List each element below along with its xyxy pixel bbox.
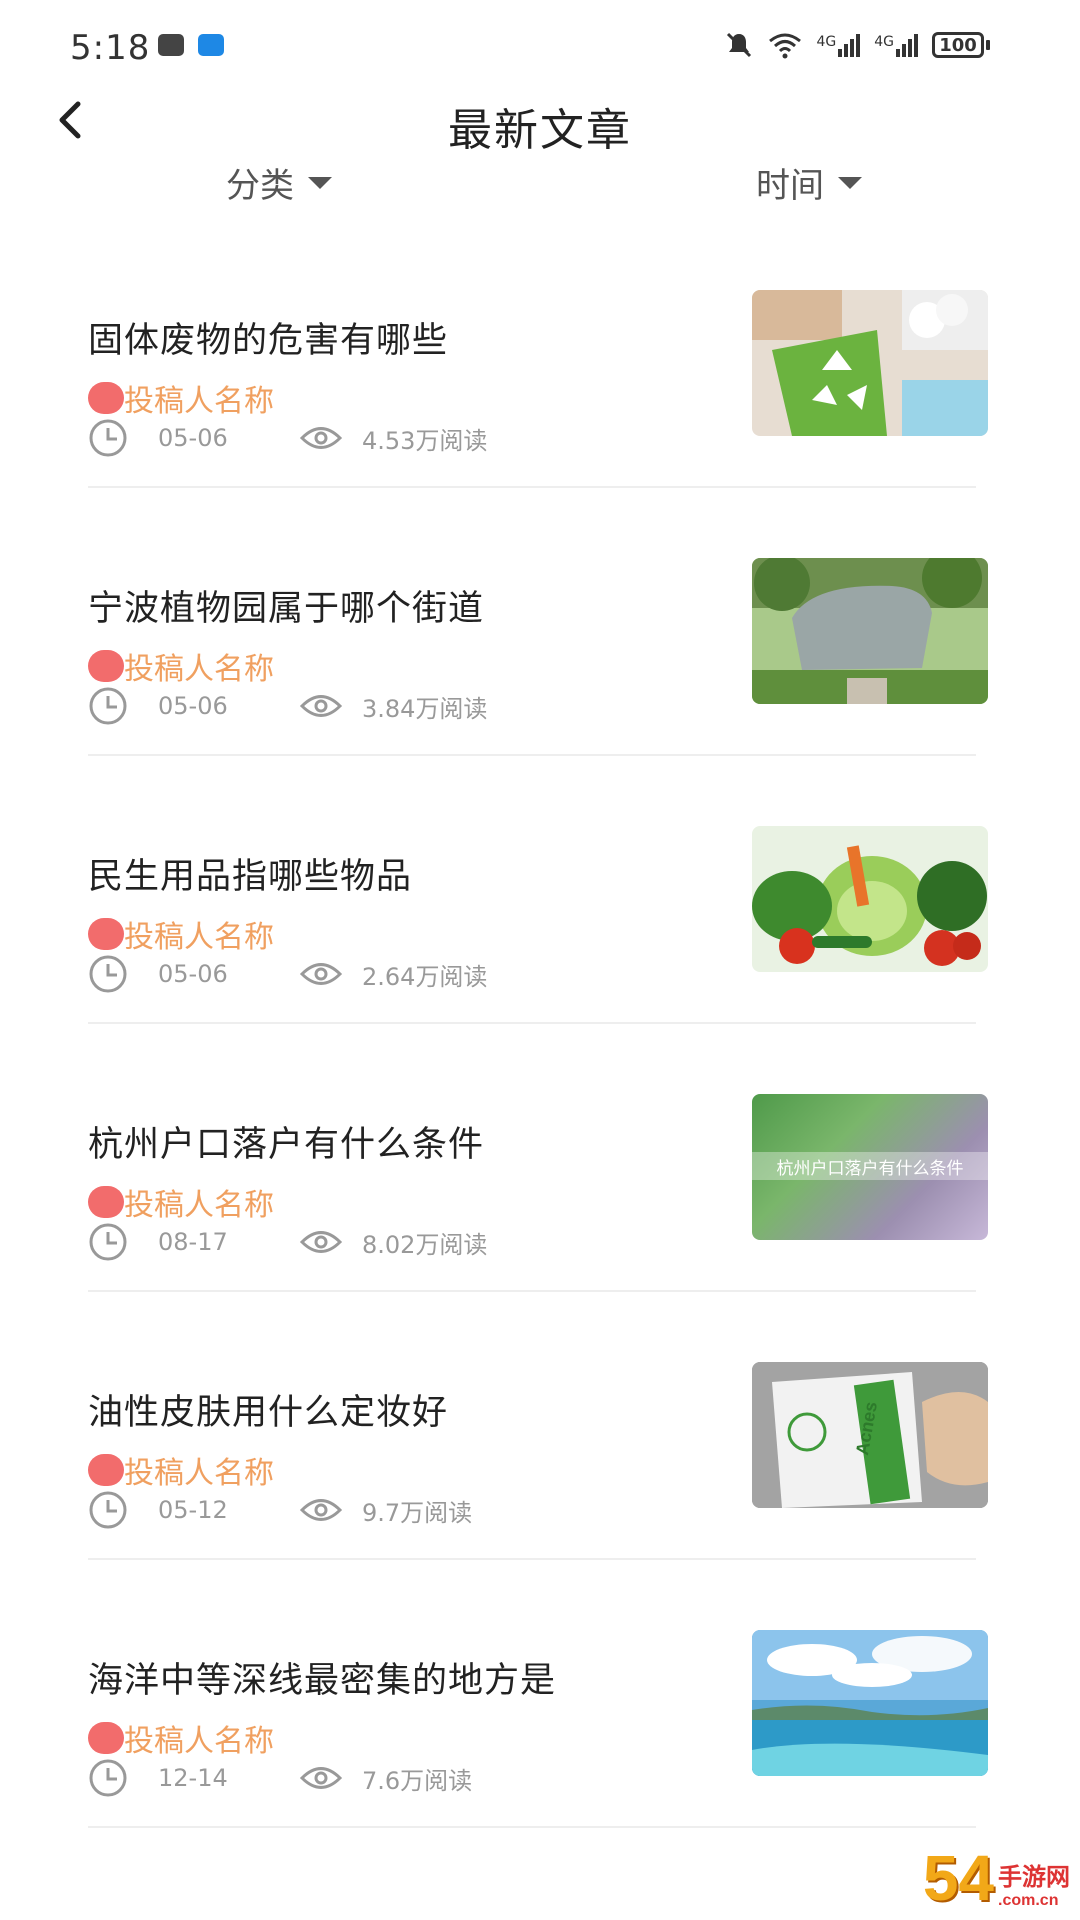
clock-icon: [89, 687, 127, 725]
article-item[interactable]: 民生用品指哪些物品 投稿人名称 05-06 2.64万阅读: [0, 756, 1080, 1024]
page-title: 最新文章: [448, 105, 632, 156]
thumbnail-text: 杭州户口落户有什么条件: [776, 1159, 964, 1179]
article-title: 杭州户口落户有什么条件: [88, 1125, 485, 1165]
caret-down-icon: [308, 176, 332, 189]
clock-icon: [89, 1223, 127, 1261]
article-thumbnail-recycle: [752, 290, 988, 436]
divider: [88, 1826, 976, 1828]
author-avatar: [88, 1454, 124, 1486]
article-item[interactable]: 杭州户口落户有什么条件 投稿人名称 08-17 8.02万阅读 杭州户口落户有什…: [0, 1024, 1080, 1292]
article-list: 固体废物的危害有哪些 投稿人名称 05-06 4.53万阅读 宁波植物园属于哪个…: [0, 220, 1080, 1828]
article-title: 油性皮肤用什么定妆好: [88, 1393, 449, 1433]
category-filter[interactable]: 分类: [226, 158, 332, 207]
article-views: 4.53万阅读: [362, 426, 488, 455]
header: 最新文章: [0, 80, 1080, 160]
signal-icon: 4G: [816, 33, 861, 57]
author-name: 投稿人名称: [124, 1456, 274, 1491]
article-meta: 05-12 9.7万阅读: [88, 1490, 472, 1530]
eye-icon: [300, 1231, 342, 1253]
watermark-bottom: .com.cn: [998, 1892, 1059, 1909]
watermark-text: 手游网 .com.cn: [998, 1857, 1070, 1910]
status-bar: 5:18 4G 4G 100: [0, 0, 1080, 90]
eye-icon: [300, 1767, 342, 1789]
article-date: 05-06: [158, 424, 228, 452]
time-filter-label: 时间: [756, 166, 824, 206]
author-avatar: [88, 1186, 124, 1218]
clock-icon: [89, 1491, 127, 1529]
author-name: 投稿人名称: [124, 1724, 274, 1759]
article-item[interactable]: 固体废物的危害有哪些 投稿人名称 05-06 4.53万阅读: [0, 220, 1080, 488]
wifi-icon: [769, 33, 802, 59]
author-avatar: [88, 650, 124, 682]
watermark-top: 手游网: [998, 1864, 1070, 1891]
article-views: 2.64万阅读: [362, 962, 488, 991]
author: 投稿人名称: [88, 1716, 274, 1760]
message-notification-icon: [158, 34, 184, 56]
author-name: 投稿人名称: [124, 384, 274, 419]
article-item[interactable]: 油性皮肤用什么定妆好 投稿人名称 05-12 9.7万阅读 Acnes: [0, 1292, 1080, 1560]
author: 投稿人名称: [88, 1448, 274, 1492]
signal-label-2: 4G: [874, 33, 894, 50]
article-thumbnail-banner: 杭州户口落户有什么条件: [752, 1094, 988, 1240]
article-meta: 05-06 2.64万阅读: [88, 954, 487, 994]
author-avatar: [88, 1722, 124, 1754]
author: 投稿人名称: [88, 376, 274, 420]
author-name: 投稿人名称: [124, 652, 274, 687]
article-thumbnail-park: [752, 558, 988, 704]
eye-icon: [300, 1499, 342, 1521]
article-title: 海洋中等深线最密集的地方是: [88, 1661, 557, 1701]
author-name: 投稿人名称: [124, 920, 274, 955]
signal-label: 4G: [816, 33, 837, 50]
author-avatar: [88, 382, 124, 414]
eye-icon: [300, 695, 342, 717]
app-notification-icon: [198, 34, 224, 56]
article-thumbnail-ocean: [752, 1630, 988, 1776]
site-watermark-logo: 54 手游网 .com.cn: [923, 1846, 1070, 1910]
eye-icon: [300, 427, 342, 449]
battery-level: 100: [932, 32, 984, 58]
article-date: 08-17: [158, 1228, 228, 1256]
status-time: 5:18: [70, 28, 151, 68]
article-date: 12-14: [158, 1764, 228, 1792]
signal-icon-2: 4G: [874, 33, 918, 57]
article-views: 9.7万阅读: [362, 1498, 473, 1527]
article-meta: 08-17 8.02万阅读: [88, 1222, 487, 1262]
caret-down-icon: [838, 176, 862, 189]
author: 投稿人名称: [88, 1180, 274, 1224]
article-views: 8.02万阅读: [362, 1230, 488, 1259]
status-icons: 4G 4G 100: [724, 30, 990, 60]
article-date: 05-06: [158, 960, 228, 988]
article-date: 05-12: [158, 1496, 228, 1524]
article-meta: 05-06 4.53万阅读: [88, 418, 487, 458]
article-meta: 12-14 7.6万阅读: [88, 1758, 472, 1798]
author: 投稿人名称: [88, 912, 274, 956]
eye-icon: [300, 963, 342, 985]
mute-bell-icon: [727, 32, 752, 58]
watermark-main: 54: [922, 1842, 994, 1914]
article-item[interactable]: 宁波植物园属于哪个街道 投稿人名称 05-06 3.84万阅读: [0, 488, 1080, 756]
article-date: 05-06: [158, 692, 228, 720]
author-name: 投稿人名称: [124, 1188, 274, 1223]
article-views: 3.84万阅读: [362, 694, 488, 723]
author: 投稿人名称: [88, 644, 274, 688]
clock-icon: [89, 419, 127, 457]
article-meta: 05-06 3.84万阅读: [88, 686, 487, 726]
author-avatar: [88, 918, 124, 950]
battery-icon: 100: [932, 32, 990, 58]
article-title: 宁波植物园属于哪个街道: [88, 589, 485, 629]
filter-bar: 分类 时间: [0, 158, 1080, 218]
clock-icon: [89, 1759, 127, 1797]
category-filter-label: 分类: [226, 166, 294, 206]
article-thumbnail-vegetables: [752, 826, 988, 972]
article-views: 7.6万阅读: [362, 1766, 473, 1795]
article-title: 民生用品指哪些物品: [88, 857, 413, 897]
article-title: 固体废物的危害有哪些: [88, 321, 449, 361]
article-item[interactable]: 海洋中等深线最密集的地方是 投稿人名称 12-14 7.6万阅读: [0, 1560, 1080, 1828]
time-filter[interactable]: 时间: [756, 158, 862, 207]
article-thumbnail-product: Acnes: [752, 1362, 988, 1508]
clock-icon: [89, 955, 127, 993]
